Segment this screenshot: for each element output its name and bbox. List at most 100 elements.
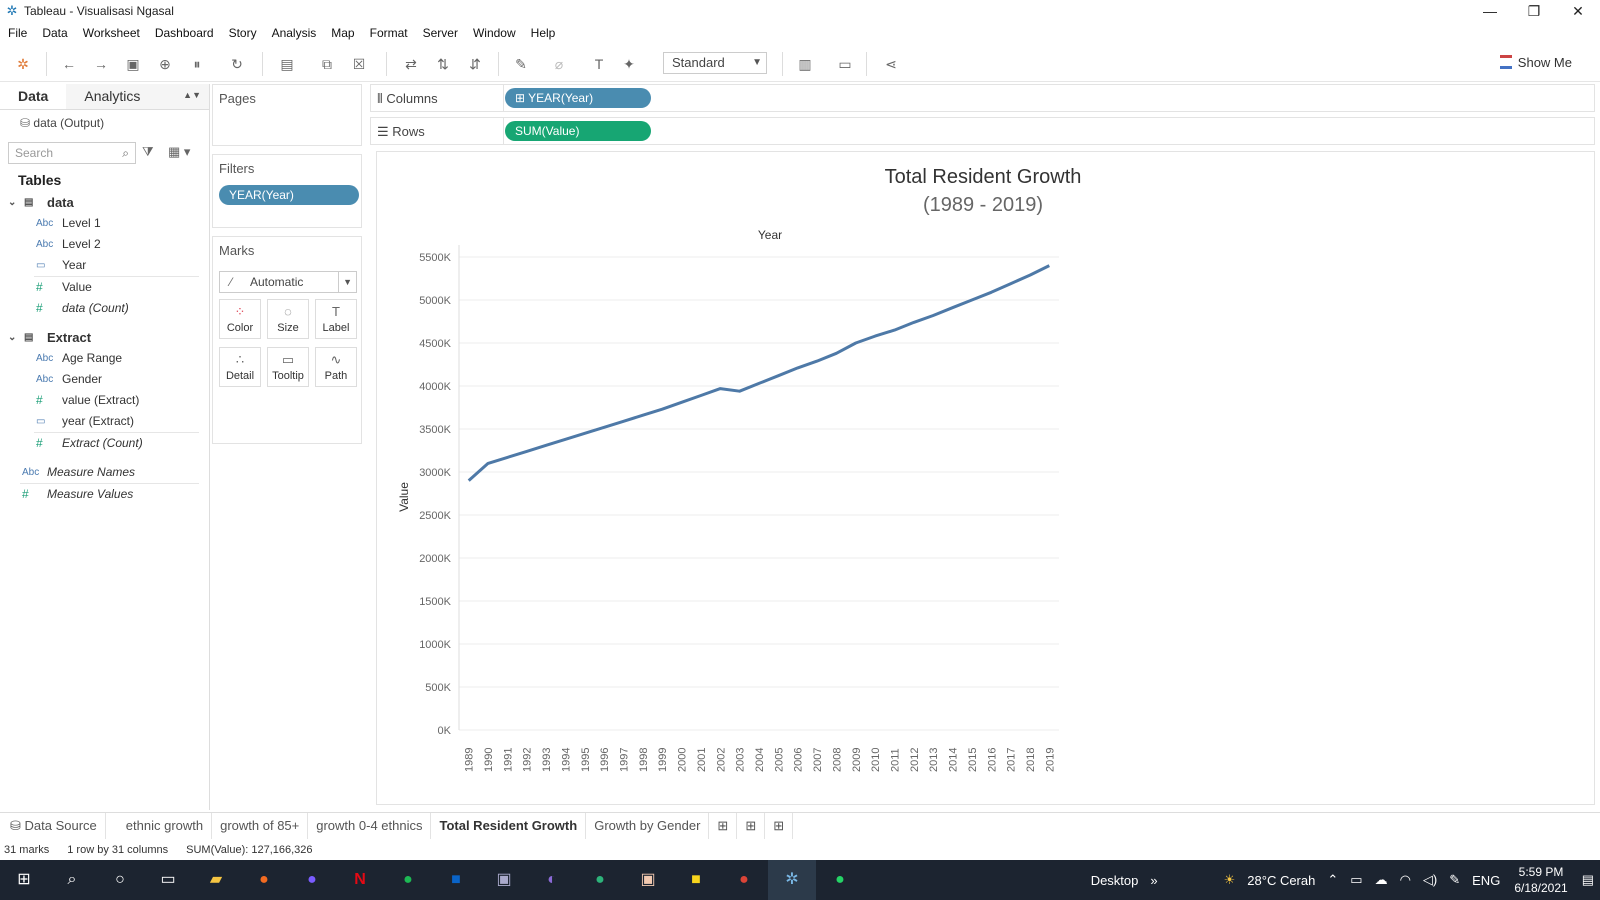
maps-icon[interactable]: ●: [576, 860, 624, 900]
color-button[interactable]: ⁘ Color: [219, 299, 261, 339]
minimize-button[interactable]: —: [1468, 0, 1512, 22]
menu-server[interactable]: Server: [423, 26, 458, 40]
fit-select[interactable]: Standard ▼: [663, 52, 767, 74]
menu-worksheet[interactable]: Worksheet: [83, 26, 140, 40]
filters-card[interactable]: Filters YEAR(Year): [212, 154, 362, 228]
toolbar-expand-icon[interactable]: »: [1150, 873, 1157, 888]
highlight-icon[interactable]: ✎: [510, 54, 532, 74]
tableau-task-icon[interactable]: ✲: [768, 860, 816, 900]
firefox-icon[interactable]: ●: [240, 860, 288, 900]
field-age-range[interactable]: Abc Age Range: [0, 348, 209, 369]
field-year-extract[interactable]: ▭ year (Extract): [0, 411, 209, 432]
language-indicator[interactable]: ENG: [1472, 873, 1500, 888]
menu-help[interactable]: Help: [531, 26, 556, 40]
rows-pill-sum-value[interactable]: SUM(Value): [505, 121, 651, 141]
app-icon[interactable]: ▣: [480, 860, 528, 900]
presentation-mode-icon[interactable]: ▭: [834, 54, 856, 74]
field-gender[interactable]: Abc Gender: [0, 369, 209, 390]
field-measure-values[interactable]: # Measure Values: [0, 484, 209, 505]
menu-file[interactable]: File: [8, 26, 27, 40]
detail-button[interactable]: ∴ Detail: [219, 347, 261, 387]
new-worksheet-icon[interactable]: ▤: [276, 54, 298, 74]
save-icon[interactable]: ▣: [122, 54, 144, 74]
cortana-icon[interactable]: ○: [96, 860, 144, 900]
desktop-toolbar-label[interactable]: Desktop: [1091, 873, 1139, 888]
show-hidden-icons-icon[interactable]: ⌃: [1327, 872, 1338, 888]
viz-canvas[interactable]: Total Resident Growth (1989 - 2019) Year…: [376, 151, 1595, 805]
tab-growth-85[interactable]: growth of 85+: [212, 812, 309, 839]
show-mark-labels-icon[interactable]: T: [588, 54, 610, 74]
duplicate-sheet-icon[interactable]: ⧉: [316, 54, 338, 74]
whatsapp-icon[interactable]: ●: [816, 860, 864, 900]
task-view-icon[interactable]: ▭: [144, 860, 192, 900]
swap-rows-columns-icon[interactable]: ⇄: [400, 54, 422, 74]
tab-growth-0-4[interactable]: growth 0-4 ethnics: [308, 812, 432, 839]
new-dashboard-tab-icon[interactable]: ⊞: [737, 812, 766, 839]
refresh-icon[interactable]: ↻: [226, 54, 248, 74]
group-members-icon[interactable]: ⌀: [548, 54, 570, 74]
field-value-extract[interactable]: # value (Extract): [0, 390, 209, 411]
close-button[interactable]: ✕: [1556, 0, 1600, 22]
menu-story[interactable]: Story: [229, 26, 257, 40]
field-year[interactable]: ▭ Year: [0, 255, 209, 276]
fix-axes-icon[interactable]: ✦: [618, 54, 640, 74]
menu-dashboard[interactable]: Dashboard: [155, 26, 214, 40]
onedrive-icon[interactable]: ☁: [1375, 872, 1388, 888]
tab-growth-by-gender[interactable]: Growth by Gender: [586, 812, 710, 839]
menu-window[interactable]: Window: [473, 26, 516, 40]
eclipse-icon[interactable]: ◐: [528, 860, 576, 900]
search-input[interactable]: Search ⌕: [8, 142, 136, 164]
tooltip-button[interactable]: ▭ Tooltip: [267, 347, 309, 387]
restore-button[interactable]: ❐: [1512, 0, 1556, 22]
path-button[interactable]: ∿ Path: [315, 347, 357, 387]
sort-descending-icon[interactable]: ⇵: [464, 54, 486, 74]
pages-card[interactable]: Pages: [212, 84, 362, 146]
show-me-button[interactable]: Show Me: [1499, 55, 1572, 70]
tab-ethnic-growth[interactable]: ethnic growth: [118, 812, 213, 839]
netflix-icon[interactable]: N: [336, 860, 384, 900]
series-line[interactable]: [467, 264, 1050, 482]
label-button[interactable]: T Label: [315, 299, 357, 339]
clear-sheet-icon[interactable]: ☒: [348, 54, 370, 74]
field-measure-names[interactable]: Abc Measure Names: [0, 462, 209, 483]
new-data-source-icon[interactable]: ⊕: [154, 54, 176, 74]
menu-format[interactable]: Format: [370, 26, 408, 40]
field-level2[interactable]: Abc Level 2: [0, 234, 209, 255]
outlook-icon[interactable]: ■: [432, 860, 480, 900]
chrome-icon[interactable]: ●: [720, 860, 768, 900]
windows-start-icon[interactable]: ⊞: [0, 860, 48, 900]
columns-pill-year[interactable]: ⊞ YEAR(Year): [505, 88, 651, 108]
anime-app-icon[interactable]: ▣: [624, 860, 672, 900]
spotify-icon[interactable]: ●: [384, 860, 432, 900]
tab-total-resident-growth[interactable]: Total Resident Growth: [431, 812, 587, 839]
search-icon[interactable]: ⌕: [48, 860, 96, 900]
columns-shelf[interactable]: ⦀ Columns ⊞ YEAR(Year): [370, 84, 1595, 112]
line-chart[interactable]: Total Resident Growth (1989 - 2019) Year…: [377, 152, 1596, 806]
discord-icon[interactable]: ●: [288, 860, 336, 900]
pause-updates-icon[interactable]: ⏸: [186, 54, 208, 74]
field-level1[interactable]: Abc Level 1: [0, 213, 209, 234]
redo-icon[interactable]: →: [90, 54, 112, 74]
menu-data[interactable]: Data: [42, 26, 67, 40]
menu-analysis[interactable]: Analysis: [272, 26, 317, 40]
tab-data[interactable]: Data: [0, 84, 67, 109]
filter-pill-year[interactable]: YEAR(Year): [219, 185, 359, 205]
field-data-count[interactable]: # data (Count): [0, 298, 209, 319]
data-source-item[interactable]: ⛁ data (Output): [0, 110, 209, 136]
sort-ascending-icon[interactable]: ⇅: [432, 54, 454, 74]
new-worksheet-tab-icon[interactable]: ⊞: [709, 812, 738, 839]
view-options-icon[interactable]: ▦ ▾: [168, 144, 190, 160]
size-button[interactable]: ◌ Size: [267, 299, 309, 339]
sticky-notes-icon[interactable]: ■: [672, 860, 720, 900]
tableau-home-icon[interactable]: ✲: [12, 54, 34, 74]
notifications-icon[interactable]: ▤: [1582, 872, 1594, 888]
new-story-tab-icon[interactable]: ⊞: [765, 812, 794, 839]
menu-map[interactable]: Map: [331, 26, 354, 40]
tab-data-source[interactable]: ⛁ Data Source: [0, 812, 106, 839]
file-explorer-icon[interactable]: ▰: [192, 860, 240, 900]
share-icon[interactable]: ⋖: [880, 54, 902, 74]
wifi-icon[interactable]: ◠: [1400, 872, 1411, 888]
tab-analytics[interactable]: Analytics ▲▼: [66, 84, 209, 109]
field-extract-count[interactable]: # Extract (Count): [0, 433, 209, 454]
volume-icon[interactable]: ◁): [1423, 872, 1437, 888]
